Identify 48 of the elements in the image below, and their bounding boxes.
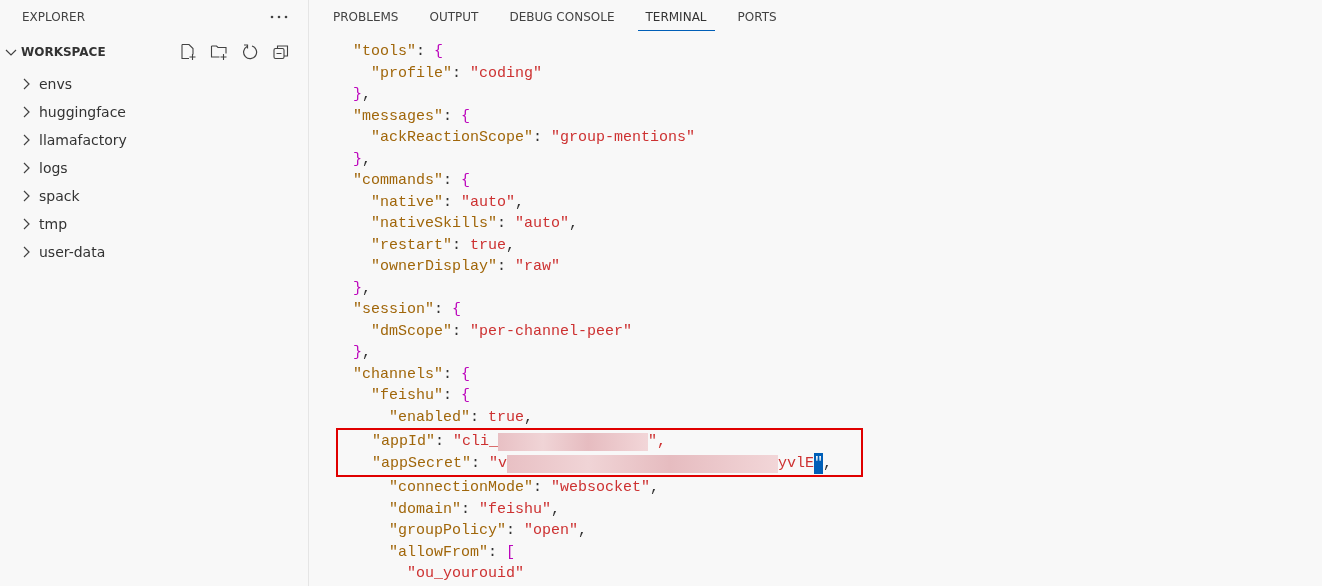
code-text: , [823,453,833,474]
panel-tab[interactable]: DEBUG CONSOLE [501,0,623,31]
code-line: "dmScope": "per-channel-peer" [370,321,634,342]
code-line: }, [353,278,373,299]
code-line: "allowFrom": [ [388,542,517,563]
folder-item[interactable]: huggingface [39,104,126,120]
folder-item[interactable]: llamafactory [39,132,127,148]
panel-tab[interactable]: PORTS [729,0,785,31]
code-line: "profile": "coding" [370,63,544,84]
code-text: yvlE [778,453,815,474]
code-line: "feishu": { [370,386,472,406]
code-line: "commands": { [353,171,472,191]
code-line: "groupPolicy": "open", [388,521,589,541]
collapse-all-icon[interactable] [272,43,290,61]
code-line: "nativeSkills": "auto", [370,214,580,234]
section-title[interactable]: WORKSPACE [21,45,179,59]
code-line: "ackReactionScope": "group-mentions" [370,128,697,148]
code-line: "ownerDisplay": "raw" [370,257,562,277]
folder-item[interactable]: tmp [39,216,67,232]
sidebar-title: EXPLORER [22,10,85,24]
code-text: "appSecret": "v [371,453,508,474]
folder-item[interactable]: envs [39,76,73,92]
folder-item[interactable]: logs [39,160,68,176]
code-line: }, [353,85,373,105]
panel-tab[interactable]: TERMINAL [637,0,715,31]
code-text: "appId": "cli_ [371,432,499,452]
code-line: "domain": "feishu", [388,499,562,520]
code-text: ", [648,432,667,452]
new-folder-icon[interactable] [210,43,228,61]
panel-tab[interactable]: OUTPUT [421,0,487,31]
panel-tab[interactable]: PROBLEMS [325,0,407,31]
code-line: }, [353,149,373,170]
code-line: "messages": { [353,106,472,127]
code-line: "native": "auto", [370,192,526,213]
new-file-icon[interactable] [179,43,197,61]
code-line: "restart": true, [370,235,517,256]
code-line: "enabled": true, [388,407,535,428]
code-line: "connectionMode": "websocket", [388,478,661,498]
text-cursor: " [814,452,824,474]
code-line: "ou_yourouid" [406,564,526,584]
code-line: "session": { [353,300,463,320]
code-line: }, [353,343,373,363]
code-line: "tools": { [353,42,445,62]
more-icon[interactable] [270,14,288,20]
folder-item[interactable]: spack [39,188,80,204]
code-line: "channels": { [353,364,472,385]
folder-item[interactable]: user-data [39,244,106,260]
refresh-icon[interactable] [241,43,259,61]
